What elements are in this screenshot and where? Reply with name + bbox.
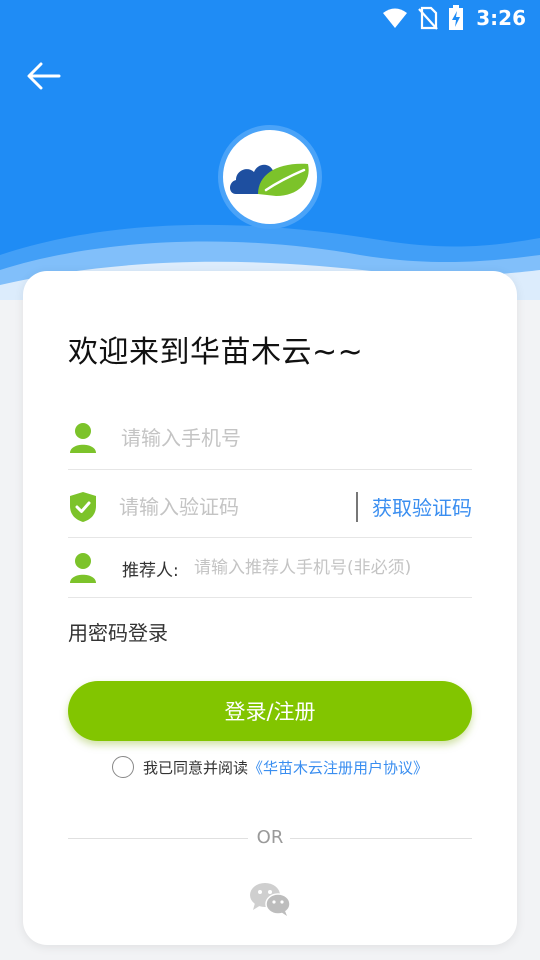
referrer-input[interactable] [194,558,434,578]
agreement-checkbox[interactable] [112,756,134,778]
login-card: 欢迎来到华苗木云~~ 获取验证码 推荐人: [23,271,517,945]
get-code-button[interactable]: 获取验证码 [372,492,472,521]
status-time: 3:26 [476,6,526,30]
referrer-label: 推荐人: [122,560,179,581]
welcome-title: 欢迎来到华苗木云~~ [68,335,364,370]
verification-code-input[interactable] [119,494,319,519]
battery-charging-icon [449,5,464,30]
or-label: OR [256,827,284,848]
status-bar: 3:26 [0,0,540,36]
agreement-link[interactable]: 《华苗木云注册用户协议》 [248,757,428,778]
login-register-button[interactable]: 登录/注册 [68,681,472,741]
phone-row [68,407,472,470]
or-divider-left [68,838,248,839]
agreement-row: 我已同意并阅读 《华苗木云注册用户协议》 [112,755,428,779]
agreement-text: 我已同意并阅读 [143,758,249,777]
code-row: 获取验证码 [68,476,472,538]
or-divider-right [290,838,472,839]
referrer-row: 推荐人: [68,539,472,598]
user-icon [68,421,98,455]
arrow-left-icon [27,62,61,90]
wifi-icon [383,8,408,28]
no-sim-icon [418,6,439,30]
user-icon [68,551,98,585]
password-login-link[interactable]: 用密码登录 [68,617,168,646]
shield-check-icon [68,490,98,524]
app-logo [218,125,322,229]
vertical-divider [356,491,358,522]
phone-input[interactable] [121,426,451,450]
wechat-icon [250,883,291,916]
back-button[interactable] [26,58,62,94]
wechat-login-button[interactable] [249,881,291,917]
cloud-leaf-logo-icon [230,163,309,196]
